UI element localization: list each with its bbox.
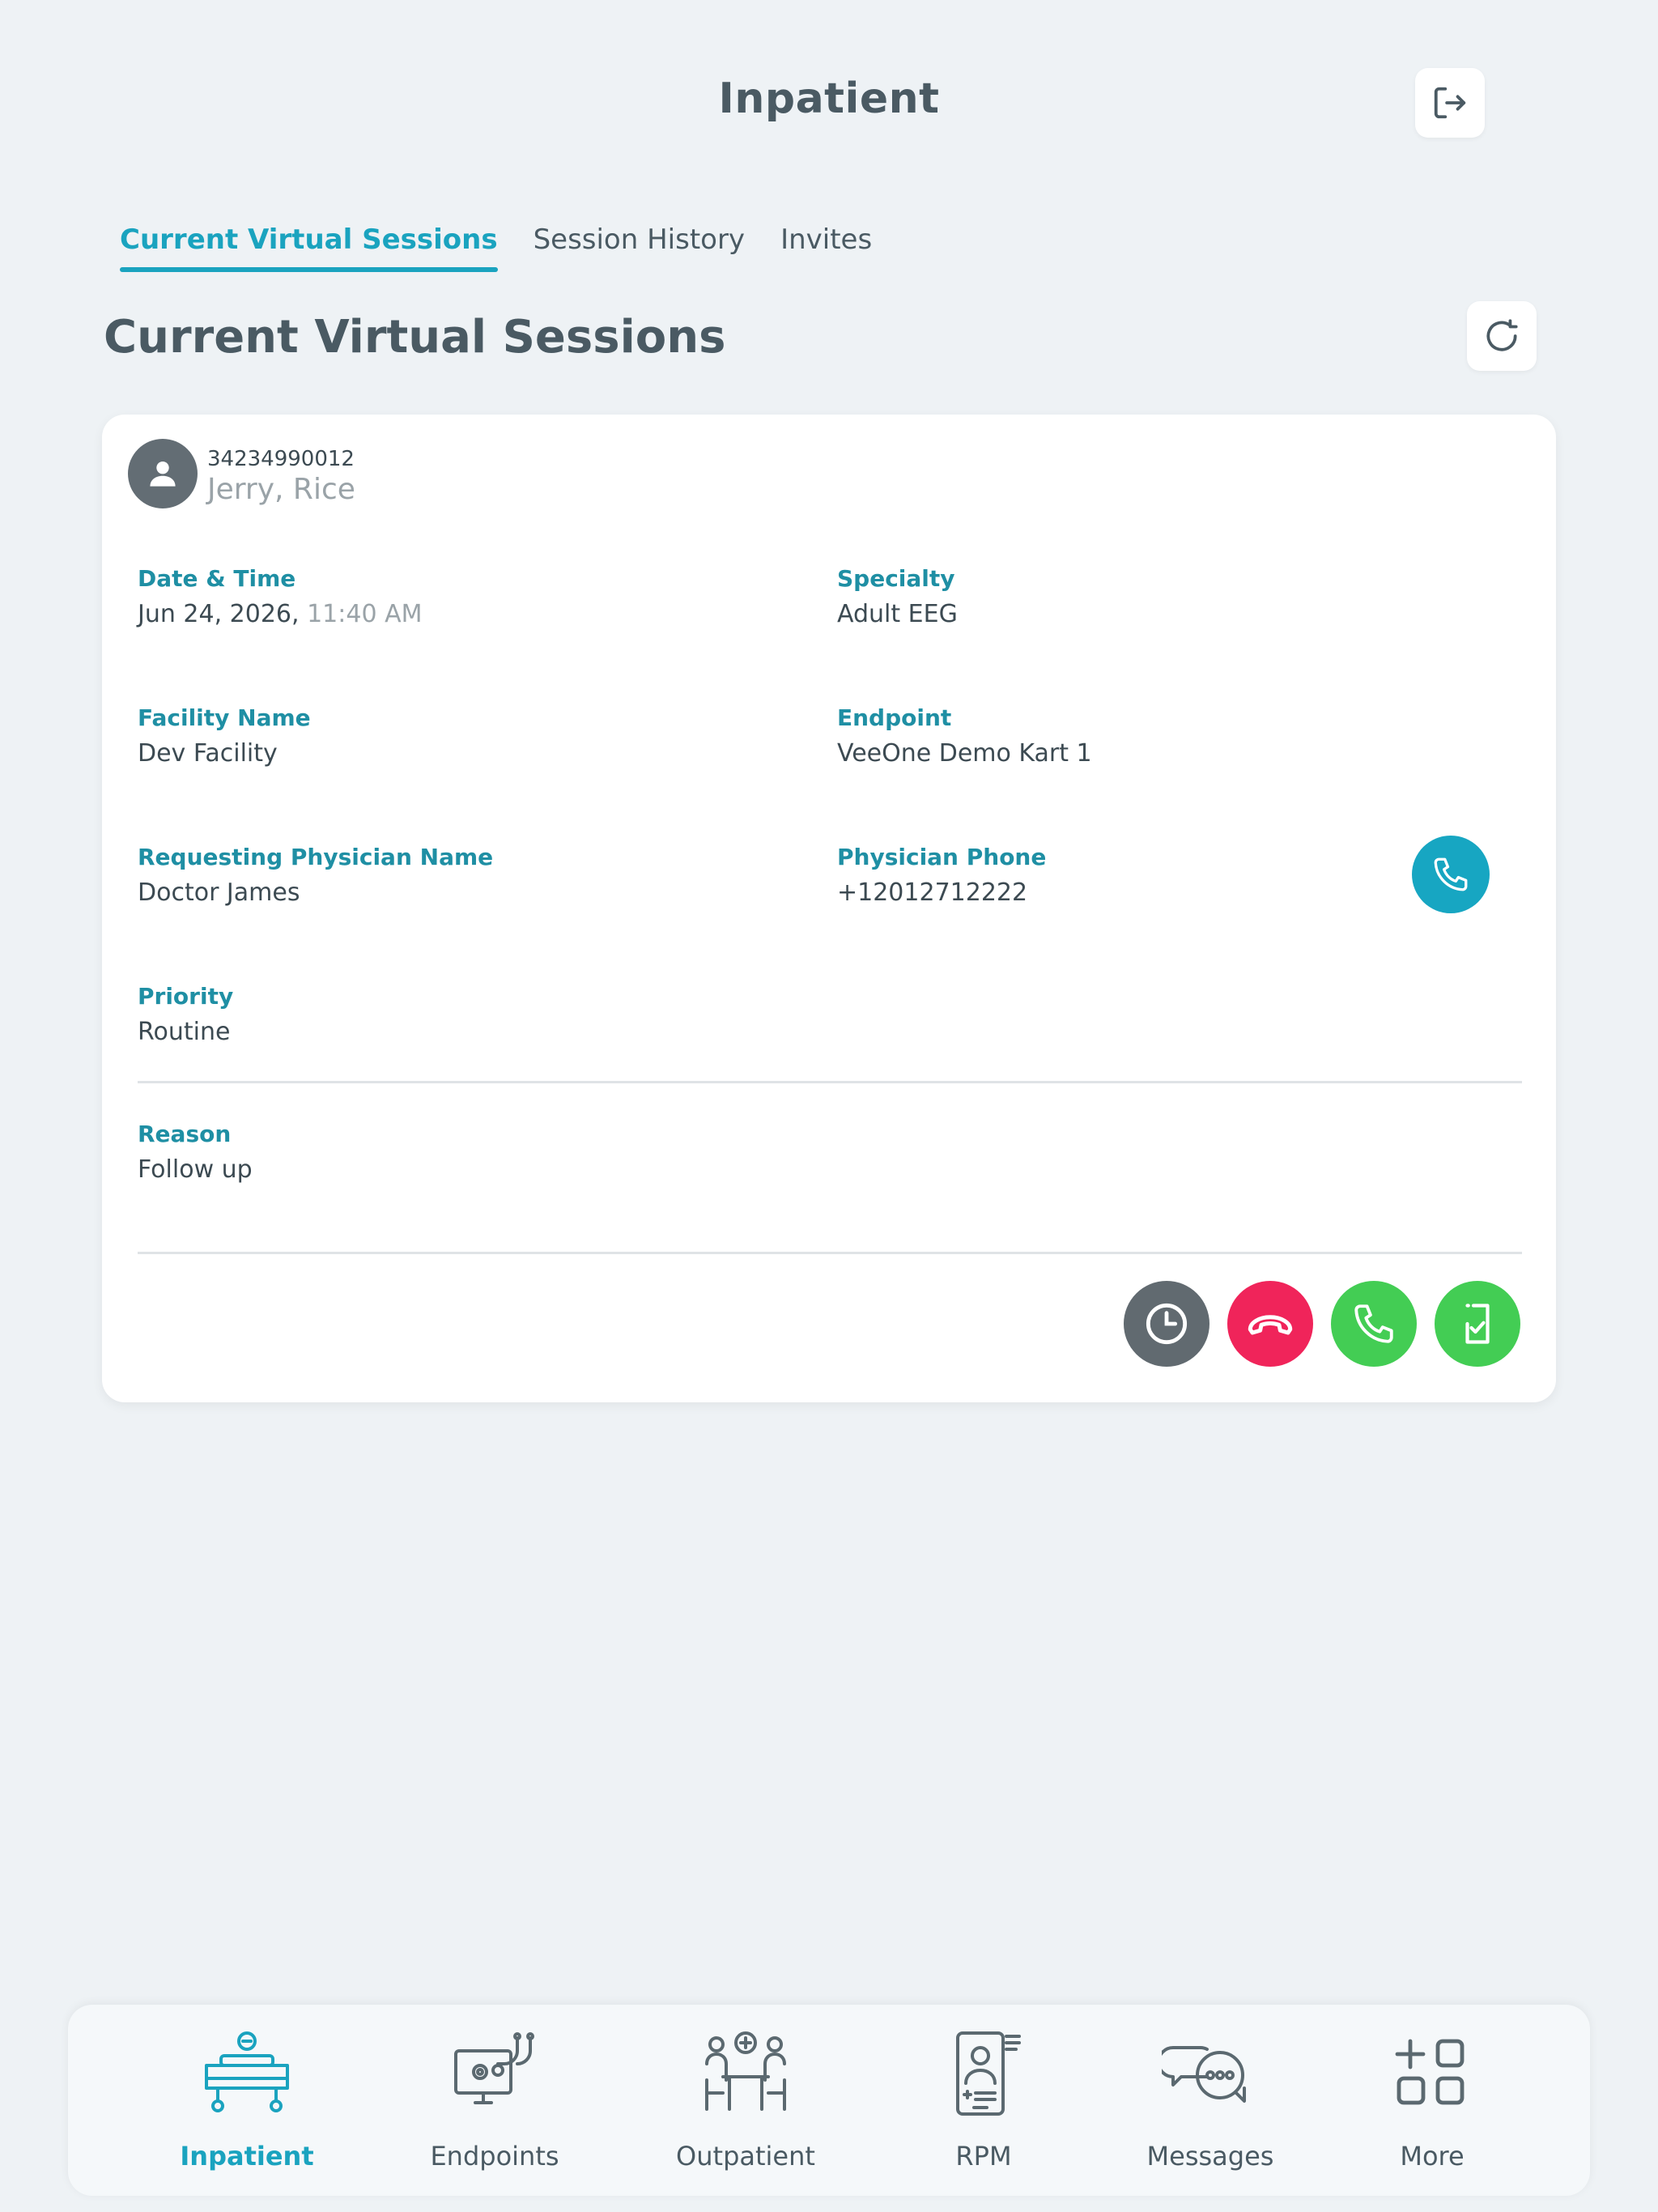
logout-button[interactable] (1415, 68, 1485, 138)
nav-label: More (1400, 2141, 1465, 2172)
patient-avatar (128, 439, 198, 508)
field-value: Adult EEG (837, 600, 958, 628)
hang-up-icon (1248, 1315, 1293, 1335)
user-icon (150, 461, 176, 487)
field-value: Follow up (138, 1155, 253, 1184)
tablet-doctor-icon (956, 2031, 1021, 2116)
schedule-button[interactable] (1124, 1281, 1209, 1367)
bottom-navigation: Inpatient Endpoints Outpatient RPM Messa… (68, 2005, 1590, 2196)
field-specialty: Specialty Adult EEG (837, 565, 958, 628)
nav-item-inpatient[interactable]: Inpatient (154, 2024, 340, 2186)
nav-item-endpoints[interactable]: Endpoints (402, 2024, 588, 2186)
phone-icon (1354, 1304, 1393, 1343)
refresh-icon (1486, 319, 1518, 351)
tab-current-virtual-sessions[interactable]: Current Virtual Sessions (120, 223, 498, 272)
nav-label: Endpoints (430, 2141, 559, 2172)
clock-icon (1146, 1303, 1188, 1345)
nav-item-rpm[interactable]: RPM (891, 2024, 1077, 2186)
field-requesting-physician: Requesting Physician Name Doctor James (138, 844, 493, 907)
field-label: Reason (138, 1121, 232, 1147)
field-physician-phone: Physician Phone +12012712222 (837, 844, 1046, 907)
field-value: Doctor James (138, 878, 300, 907)
field-value: VeeOne Demo Kart 1 (837, 739, 1092, 768)
session-card[interactable]: 34234990012 Jerry, Rice Date & Time Jun … (102, 415, 1556, 1402)
field-label: Date & Time (138, 565, 296, 592)
patient-id: 34234990012 (207, 447, 355, 471)
transfer-to-device-button[interactable] (1435, 1281, 1520, 1367)
session-time: 11:40 AM (307, 600, 423, 628)
inpatient-screen: Inpatient Current Virtual Sessions Sessi… (0, 0, 1658, 2212)
nav-label: RPM (955, 2141, 1012, 2172)
field-label: Physician Phone (837, 844, 1047, 870)
section-title: Current Virtual Sessions (104, 311, 726, 364)
field-label: Specialty (837, 565, 955, 592)
divider (138, 1081, 1522, 1083)
field-value: Routine (138, 1018, 231, 1046)
nav-item-more[interactable]: More (1339, 2024, 1525, 2186)
field-reason: Reason Follow up (138, 1121, 253, 1184)
field-label: Priority (138, 983, 234, 1010)
tab-invites[interactable]: Invites (780, 223, 872, 267)
logout-icon (1434, 87, 1466, 119)
patient-name: Jerry, Rice (207, 473, 355, 506)
field-priority: Priority Routine (138, 983, 233, 1046)
field-value: +12012712222 (837, 878, 1028, 907)
phone-icon (1434, 857, 1468, 891)
chat-bubbles-icon (1162, 2046, 1246, 2103)
field-label: Facility Name (138, 704, 311, 731)
field-value: Dev Facility (138, 739, 278, 768)
field-date-time: Date & Time Jun 24, 2026, 11:40 AM (138, 565, 423, 628)
nav-label: Messages (1146, 2141, 1274, 2172)
field-label: Requesting Physician Name (138, 844, 494, 870)
session-tabs: Current Virtual Sessions Session History… (120, 223, 872, 272)
field-label: Endpoint (837, 704, 952, 731)
nav-label: Inpatient (180, 2141, 314, 2172)
page-title: Inpatient (718, 74, 940, 123)
hospital-bed-icon (205, 2031, 289, 2112)
nav-item-outpatient[interactable]: Outpatient (653, 2024, 839, 2186)
nav-item-messages[interactable]: Messages (1117, 2024, 1303, 2186)
nav-label: Outpatient (676, 2141, 815, 2172)
session-date: Jun 24, 2026, (138, 600, 300, 628)
accept-call-button[interactable] (1331, 1281, 1417, 1367)
refresh-button[interactable] (1467, 301, 1537, 371)
tab-session-history[interactable]: Session History (534, 223, 746, 267)
field-facility-name: Facility Name Dev Facility (138, 704, 311, 768)
divider (138, 1252, 1522, 1254)
grid-plus-icon (1395, 2039, 1465, 2105)
consultation-icon (705, 2031, 786, 2111)
decline-call-button[interactable] (1227, 1281, 1313, 1367)
field-value: Jun 24, 2026, 11:40 AM (138, 600, 423, 628)
phone-check-icon (1465, 1304, 1490, 1344)
monitor-stethoscope-icon (454, 2032, 534, 2104)
call-physician-button[interactable] (1412, 836, 1490, 913)
field-endpoint: Endpoint VeeOne Demo Kart 1 (837, 704, 1092, 768)
